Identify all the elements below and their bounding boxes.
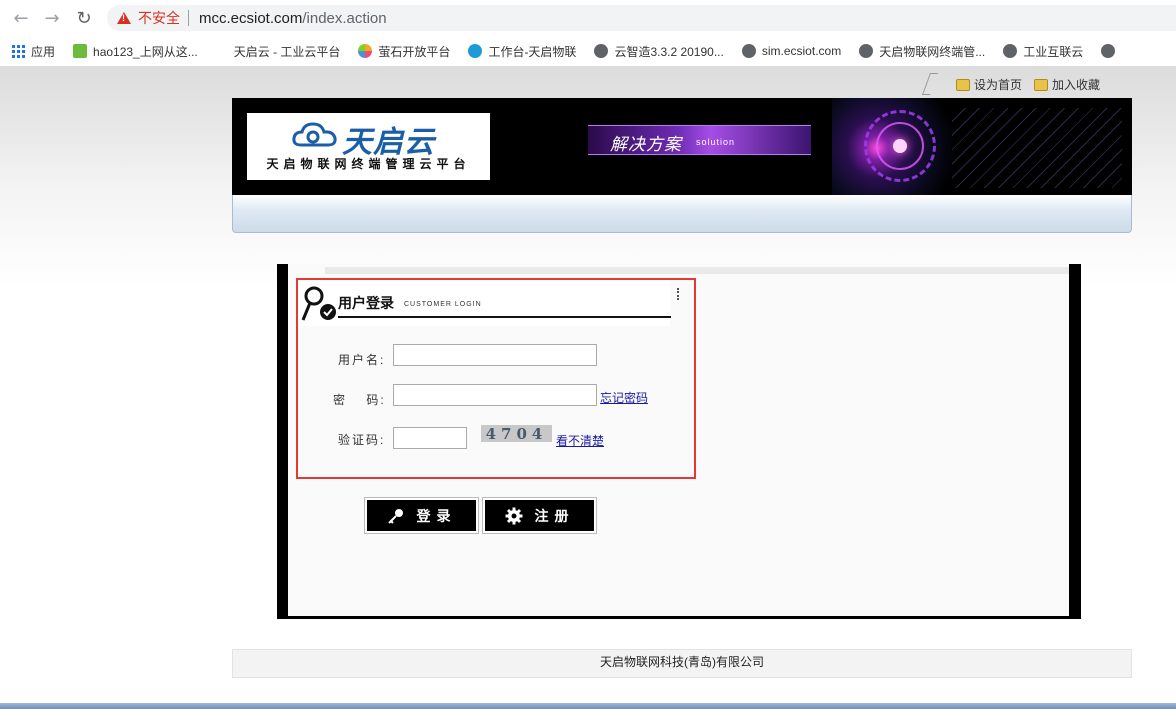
bookmark-label: 天启物联网终端管... — [879, 44, 986, 59]
header-banner: 天启云 天启物联网终端管理云平台 解决方案 solution — [232, 98, 1132, 195]
favorite-icon — [1033, 78, 1048, 91]
bookmark-overflow[interactable] — [1101, 44, 1121, 58]
footer-company: 天启物联网科技(青岛)有限公司 — [600, 655, 764, 669]
register-button-label: 注册 — [534, 507, 575, 524]
top-links: 设为首页 加入收藏 — [944, 76, 1100, 93]
tech-lines-graphic — [952, 108, 1122, 188]
bird-icon — [468, 44, 483, 58]
highlight-annotation-box — [296, 278, 696, 479]
login-button[interactable]: 登录 — [364, 497, 479, 534]
gear-icon — [505, 507, 522, 524]
bookmark-label: 工作台-天启物联 — [488, 44, 577, 59]
key-icon — [387, 508, 403, 524]
apps-icon — [12, 44, 25, 58]
globe-icon — [1003, 44, 1018, 58]
url-path: /index.action — [302, 9, 387, 27]
bookmark-label: 应用 — [31, 44, 56, 59]
ezviz-icon — [358, 44, 373, 58]
os-taskbar — [0, 703, 1176, 709]
bookmark-label: hao123_上网从这... — [93, 44, 198, 59]
set-homepage-link[interactable]: 设为首页 — [955, 76, 1022, 93]
bookmark-label: 萤石开放平台 — [378, 44, 451, 59]
bookmark-apps[interactable]: 应用 — [12, 43, 55, 60]
url-host: mcc.ecsiot.com — [199, 9, 303, 27]
login-topbar — [325, 267, 1069, 274]
hao123-icon — [73, 44, 88, 58]
bookmark-yunzhizao[interactable]: 云智造3.3.2 20190... — [594, 43, 724, 60]
globe-icon — [594, 44, 609, 58]
register-button[interactable]: 注册 — [482, 497, 597, 534]
platform-tagline: 天启物联网终端管理云平台 — [266, 157, 471, 171]
bookmark-terminal-mgmt[interactable]: 天启物联网终端管... — [859, 43, 985, 60]
bookmark-label: 天启云 - 工业云平台 — [233, 44, 341, 59]
bookmark-label: 云智造3.3.2 20190... — [614, 44, 724, 59]
security-status[interactable]: 不安全 — [138, 8, 180, 28]
browser-address-bar: ← → ↻ 不安全 mcc.ecsiot.com/index.action — [0, 0, 1176, 36]
bookmark-ezviz[interactable]: 萤石开放平台 — [358, 43, 450, 60]
bookmark-label: 工业互联云 — [1023, 44, 1084, 59]
bookmark-industrial-cloud[interactable]: 工业互联云 — [1003, 43, 1083, 60]
cloud-logo-icon — [292, 122, 337, 147]
omnibox-divider — [188, 10, 189, 26]
solution-title-en: solution — [696, 137, 736, 147]
omnibox[interactable]: 不安全 mcc.ecsiot.com/index.action — [107, 5, 1176, 31]
globe-icon — [1101, 44, 1116, 58]
nav-menubar — [232, 195, 1132, 233]
url-text[interactable]: mcc.ecsiot.com/index.action — [199, 10, 387, 27]
warning-icon — [117, 12, 131, 24]
home-icon — [955, 78, 970, 91]
toplinks-bracket — [921, 73, 939, 95]
forward-button[interactable]: → — [38, 4, 66, 32]
bookmark-tianqiyun[interactable]: 天启云 - 工业云平台 — [234, 43, 341, 60]
logo[interactable]: 天启云 天启物联网终端管理云平台 — [247, 113, 490, 180]
bookmark-hao123[interactable]: hao123_上网从这... — [73, 43, 198, 60]
add-favorite-link[interactable]: 加入收藏 — [1033, 76, 1100, 93]
bookmark-workbench[interactable]: 工作台-天启物联 — [468, 43, 576, 60]
bookmarks-bar: 应用 hao123_上网从这... 天启云 - 工业云平台 萤石开放平台 工作台… — [0, 36, 1176, 66]
bookmark-label: sim.ecsiot.com — [761, 44, 842, 58]
reload-button[interactable]: ↻ — [70, 4, 98, 32]
solution-title-cn: 解决方案 — [610, 135, 682, 154]
back-button[interactable]: ← — [7, 4, 35, 32]
bookmark-sim[interactable]: sim.ecsiot.com — [741, 44, 842, 58]
solution-banner[interactable]: 解决方案 solution — [588, 125, 811, 155]
tech-core-graphic — [893, 139, 907, 153]
add-favorite-label: 加入收藏 — [1051, 78, 1100, 92]
footer: 天启物联网科技(青岛)有限公司 — [232, 649, 1132, 678]
globe-icon — [859, 44, 874, 58]
login-button-label: 登录 — [416, 507, 457, 524]
globe-icon — [741, 44, 756, 58]
set-homepage-label: 设为首页 — [973, 78, 1022, 92]
